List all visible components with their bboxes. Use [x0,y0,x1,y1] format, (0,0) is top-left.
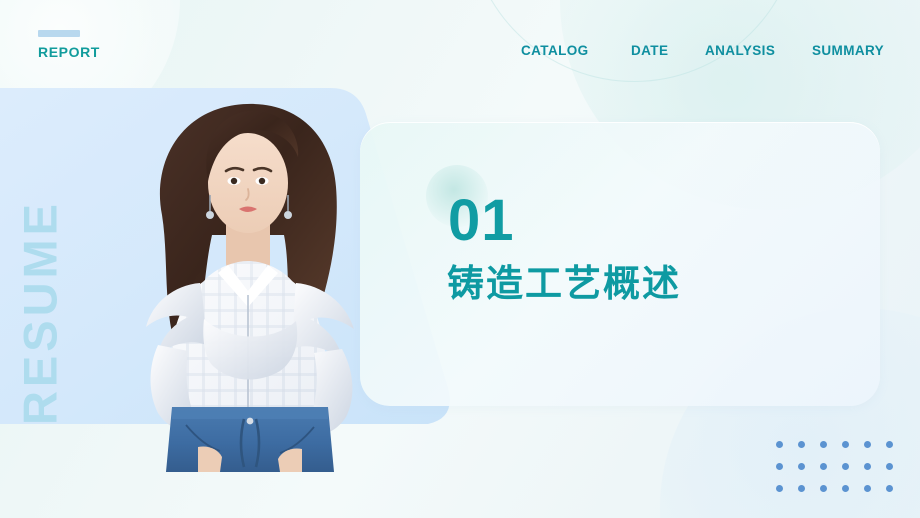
person-photo [100,95,400,472]
grid-dot [776,441,783,448]
presentation-slide: REPORT CATALOG DATE ANALYSIS SUMMARY 01 … [0,0,920,518]
dot-grid-decoration [776,441,908,507]
brand-label: REPORT [38,44,100,60]
grid-dot [798,485,805,492]
grid-dot [820,485,827,492]
grid-dot [864,463,871,470]
grid-dot [776,463,783,470]
nav-item-catalog[interactable]: CATALOG [521,42,601,59]
grid-dot [886,485,893,492]
grid-dot [864,441,871,448]
nav-item-analysis[interactable]: ANALYSIS [705,42,785,59]
brand-accent-bar [38,30,80,37]
section-title: 铸造工艺概述 [447,263,681,304]
grid-dot [820,441,827,448]
grid-dot [798,441,805,448]
top-navigation: CATALOG DATE ANALYSIS SUMMARY [500,42,920,88]
grid-dot [842,485,849,492]
section-number: 01 [448,188,515,253]
grid-dot [776,485,783,492]
grid-dot [842,463,849,470]
grid-dot [798,463,805,470]
grid-dot [842,441,849,448]
grid-dot [886,441,893,448]
grid-dot [864,485,871,492]
person-illustration [146,103,354,472]
grid-dot [886,463,893,470]
nav-item-date[interactable]: DATE [631,42,691,59]
brand-block: REPORT [38,30,100,60]
grid-dot [820,463,827,470]
nav-item-summary[interactable]: SUMMARY [812,42,884,59]
slide-header: REPORT CATALOG DATE ANALYSIS SUMMARY [0,0,920,88]
